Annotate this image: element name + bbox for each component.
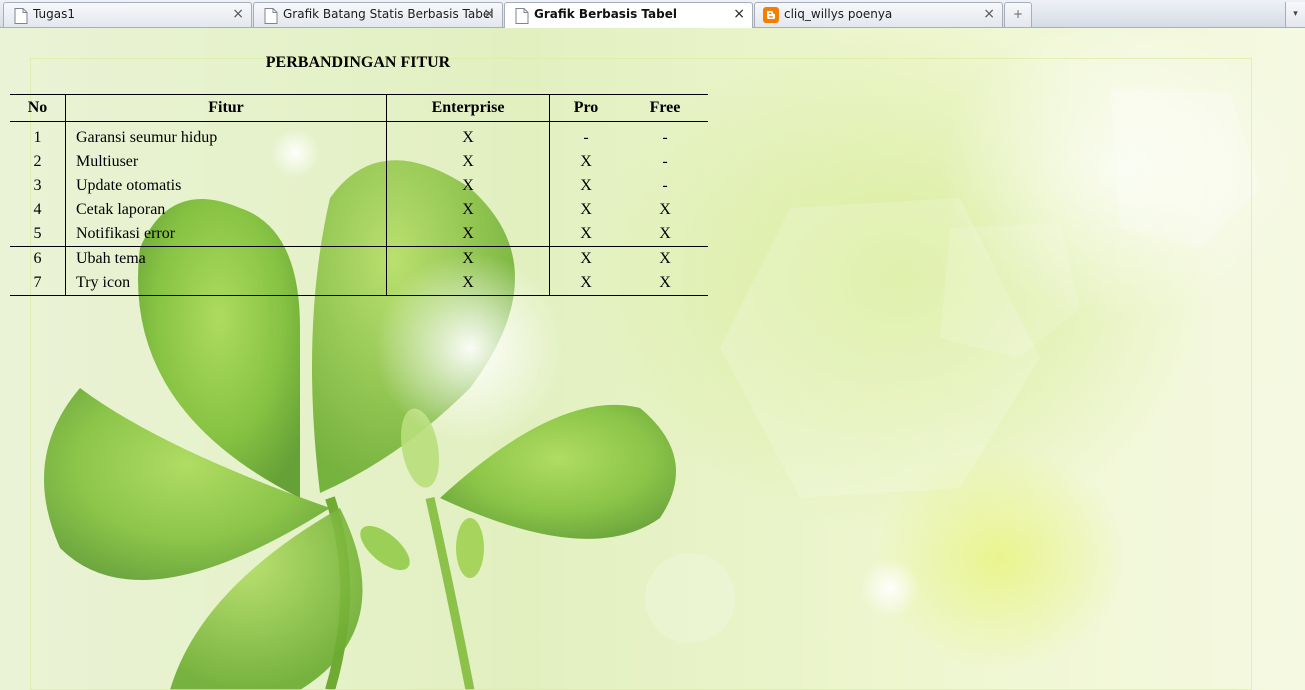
table-row: 7 Try icon X X X <box>10 271 708 296</box>
cell-fitur: Try icon <box>76 274 131 291</box>
cell-fitur: Notifikasi error <box>76 225 176 242</box>
cell-free: X <box>659 225 671 242</box>
cell-no: 6 <box>10 246 66 271</box>
table-row: 6 Ubah tema X X X <box>10 246 708 271</box>
cell-enterprise: X <box>386 271 550 296</box>
cell-fitur: Multiuser <box>76 153 139 170</box>
tab-grafik-batang[interactable]: Grafik Batang Statis Berbasis Tabel × <box>253 2 503 27</box>
tab-list-button[interactable]: ▾ <box>1285 2 1305 27</box>
cell-pro: X <box>580 274 592 291</box>
table-row: 5 Notifikasi error X X X <box>10 222 708 247</box>
tab-tugas1[interactable]: Tugas1 × <box>3 2 252 27</box>
cell-pro: - <box>583 129 589 146</box>
cell-no: 7 <box>10 271 66 296</box>
cell-enterprise: X <box>386 150 550 174</box>
cell-pro: X <box>580 177 592 194</box>
close-icon[interactable]: × <box>983 6 995 22</box>
table-row: 1 Garansi seumur hidup X - - <box>10 121 708 150</box>
table-header-row: No Fitur Enterprise Pro Free <box>10 94 708 122</box>
page-icon <box>264 8 278 24</box>
tab-label: Grafik Berbasis Tabel <box>534 7 677 21</box>
cell-no: 2 <box>10 150 66 174</box>
tab-grafik-berbasis-tabel[interactable]: Grafik Berbasis Tabel × <box>504 2 753 28</box>
cell-pro: X <box>580 153 592 170</box>
cell-fitur: Update otomatis <box>76 177 182 194</box>
tab-bar: Tugas1 × Grafik Batang Statis Berbasis T… <box>0 0 1305 28</box>
close-icon[interactable]: × <box>232 6 244 22</box>
cell-free: X <box>659 201 671 218</box>
cell-fitur: Garansi seumur hidup <box>76 129 218 146</box>
column-header-fitur: Fitur <box>208 99 244 116</box>
cell-no: 1 <box>10 121 66 150</box>
close-icon[interactable]: × <box>483 6 495 22</box>
cell-pro: X <box>580 201 592 218</box>
cell-no: 3 <box>10 174 66 198</box>
cell-fitur: Ubah tema <box>76 250 146 267</box>
cell-free: - <box>662 129 668 146</box>
cell-pro: X <box>580 250 592 267</box>
column-header-pro: Pro <box>573 99 599 116</box>
cell-free: X <box>659 274 671 291</box>
cell-no: 4 <box>10 198 66 222</box>
tab-cliq-willys[interactable]: cliq_willys poenya × <box>754 2 1003 27</box>
cell-no: 5 <box>10 222 66 247</box>
blogger-icon <box>763 7 779 23</box>
close-icon[interactable]: × <box>733 6 745 22</box>
tab-label: Grafik Batang Statis Berbasis Tabel <box>283 7 494 21</box>
feature-comparison-table: No Fitur Enterprise Pro Free 1 Garansi s… <box>10 94 708 296</box>
cell-enterprise: X <box>386 222 550 247</box>
cell-enterprise: X <box>386 246 550 271</box>
page-icon <box>515 8 529 24</box>
cell-free: - <box>662 153 668 170</box>
cell-enterprise: X <box>386 121 550 150</box>
cell-enterprise: X <box>386 198 550 222</box>
tab-label: cliq_willys poenya <box>784 7 893 21</box>
column-header-free: Free <box>649 99 681 116</box>
column-header-enterprise: Enterprise <box>386 94 550 122</box>
page-icon <box>14 8 28 24</box>
cell-free: - <box>662 177 668 194</box>
cell-pro: X <box>580 225 592 242</box>
cell-free: X <box>659 250 671 267</box>
table-row: 3 Update otomatis X X - <box>10 174 708 198</box>
cell-enterprise: X <box>386 174 550 198</box>
table-row: 4 Cetak laporan X X X <box>10 198 708 222</box>
page-title: PERBANDINGAN FITUR <box>265 54 451 71</box>
column-header-no: No <box>10 94 66 122</box>
tab-label: Tugas1 <box>33 7 75 21</box>
new-tab-button[interactable]: + <box>1004 2 1032 27</box>
cell-fitur: Cetak laporan <box>76 201 166 218</box>
table-row: 2 Multiuser X X - <box>10 150 708 174</box>
